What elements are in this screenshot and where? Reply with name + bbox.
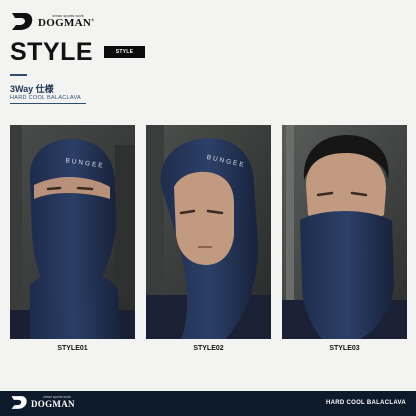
- brand-name: DOGMAN®: [38, 17, 95, 29]
- footer-logo: urban sports work DOGMAN: [10, 395, 75, 410]
- footer-bar: urban sports work DOGMAN HARD COOL BALAC…: [0, 391, 416, 416]
- divider-short: [10, 74, 27, 76]
- footer-product-name: HARD COOL BALACLAVA: [325, 400, 406, 406]
- style-label-3: STYLE03: [329, 345, 360, 352]
- section-badge: STYLE: [104, 46, 145, 58]
- dogman-logo-icon: [11, 396, 27, 409]
- brand-logo: urban sports work DOGMAN®: [10, 12, 94, 31]
- divider-product: [10, 103, 86, 104]
- page-title: STYLE: [10, 38, 94, 66]
- subtitle: 3Way 仕様: [10, 84, 54, 94]
- style-photo-3: [282, 125, 407, 339]
- style-photo-2: BUNGEE: [146, 125, 271, 339]
- style-label-2: STYLE02: [193, 345, 224, 352]
- dogman-logo-icon: [12, 13, 33, 30]
- product-name: HARD COOL BALACLAVA: [10, 95, 82, 101]
- style-label-1: STYLE01: [57, 345, 88, 352]
- style-photo-1: BUNGEE: [10, 125, 135, 339]
- footer-brand-name: DOGMAN: [31, 398, 75, 409]
